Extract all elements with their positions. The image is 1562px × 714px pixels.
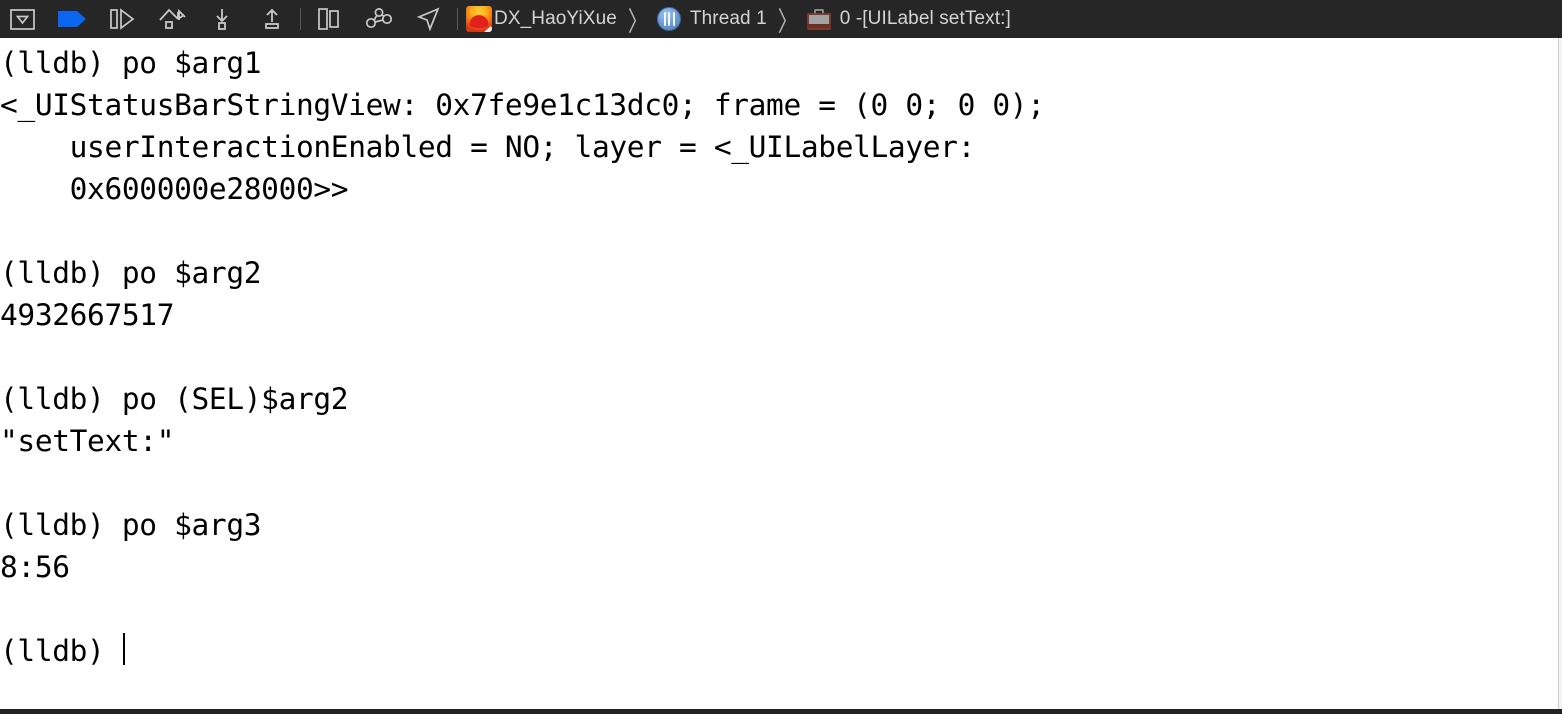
memory-graph-icon xyxy=(365,8,393,30)
location-button[interactable] xyxy=(407,0,451,38)
frame-icon xyxy=(806,8,831,30)
memory-graph-button[interactable] xyxy=(357,0,401,38)
breadcrumb-chevron-2: 〉 xyxy=(777,7,798,38)
step-out-icon xyxy=(260,7,284,31)
step-into-button[interactable] xyxy=(200,0,244,38)
step-play-icon xyxy=(108,8,136,30)
thread-icon xyxy=(656,7,681,31)
breadcrumb-chevron-1: 〉 xyxy=(627,7,648,38)
breadcrumb-item-process[interactable]: DX_HaoYiXue xyxy=(492,8,619,30)
window-bottom-edge xyxy=(0,709,1562,714)
app-icon xyxy=(466,6,492,32)
debugger-toolbar: DX_HaoYiXue 〉 Thread 1 〉 0 -[UILabel set… xyxy=(0,0,1562,38)
step-over-button[interactable] xyxy=(150,0,194,38)
continue-program-icon xyxy=(57,8,87,30)
hide-console-button[interactable] xyxy=(0,0,44,38)
step-over-alt-button[interactable] xyxy=(100,0,144,38)
continue-button[interactable] xyxy=(50,0,94,38)
breadcrumb-item-thread[interactable]: Thread 1 xyxy=(688,8,769,30)
toolbar-separator-1 xyxy=(300,8,301,30)
text-caret xyxy=(123,633,125,665)
step-into-icon xyxy=(210,7,234,31)
panel-collapse-icon xyxy=(9,8,35,30)
step-over-icon xyxy=(157,7,187,31)
debug-view-button[interactable] xyxy=(307,0,351,38)
breadcrumb-item-frame[interactable]: 0 -[UILabel setText:] xyxy=(838,8,1013,30)
breadcrumb: DX_HaoYiXue 〉 Thread 1 〉 0 -[UILabel set… xyxy=(464,0,1013,38)
toolbar-separator-2 xyxy=(457,8,458,30)
view-debugging-icon xyxy=(316,8,342,30)
debug-console[interactable]: (lldb) po $arg1 <_UIStatusBarStringView:… xyxy=(0,38,1562,709)
step-out-button[interactable] xyxy=(250,0,294,38)
simulate-location-icon xyxy=(416,7,442,31)
console-vertical-scrollbar[interactable] xyxy=(1558,38,1562,709)
lldb-console-output[interactable]: (lldb) po $arg1 <_UIStatusBarStringView:… xyxy=(0,38,1562,672)
